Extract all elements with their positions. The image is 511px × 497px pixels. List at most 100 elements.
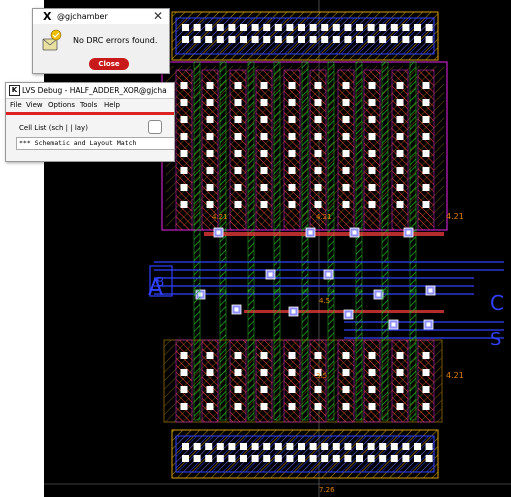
nmos-contact (314, 403, 322, 410)
gnd-contact (298, 443, 305, 450)
gnd-contact (182, 443, 189, 450)
nmos-contact (288, 369, 296, 376)
close-button[interactable]: Close (89, 58, 129, 70)
pmos-contact (422, 167, 430, 174)
via-cut (326, 272, 331, 277)
vdd-contact (367, 24, 375, 31)
pmos-contact (396, 116, 404, 123)
menu-tools[interactable]: Tools (80, 101, 97, 109)
gnd-contact (379, 443, 387, 450)
nmos-contact (206, 352, 214, 359)
pmos-contact (368, 150, 376, 157)
menu-view[interactable]: View (26, 101, 43, 109)
pmos-contact (422, 133, 430, 140)
pmos-contact (206, 150, 214, 157)
cell-list-dropdown[interactable] (148, 120, 162, 134)
nmos-contact (422, 386, 430, 393)
nmos-contact (260, 352, 268, 359)
gnd-contact (321, 455, 329, 462)
pmos-contact (234, 116, 242, 123)
pmos-columns (175, 61, 435, 293)
pmos-contact (234, 99, 242, 106)
vdd-contact (263, 24, 271, 31)
gnd-contact (286, 443, 294, 450)
pmos-contact (260, 116, 268, 123)
vdd-contact (367, 36, 375, 43)
vdd-contact (425, 24, 433, 31)
poly-gate-top (247, 61, 255, 293)
gnd-contact (228, 443, 236, 450)
gnd-contact (286, 455, 294, 462)
pmos-contact (422, 99, 430, 106)
gnd-contact (425, 455, 433, 462)
vdd-contact (321, 36, 329, 43)
app-k-icon: K (9, 85, 20, 96)
nmos-contact (342, 369, 350, 376)
poly-gate-top (273, 61, 281, 293)
via-cut (376, 292, 381, 297)
close-icon[interactable]: ✕ (153, 9, 163, 23)
pmos-contact (288, 167, 296, 174)
gnd-contact (402, 443, 410, 450)
nmos-contact (206, 386, 214, 393)
vdd-contact (228, 36, 236, 43)
gnd-contact (298, 455, 305, 462)
poly-gate-bottom (301, 289, 309, 421)
poly-gate-top (381, 61, 389, 293)
cell-list-label: Cell List (sch | | lay) (19, 124, 88, 132)
vdd-contact (321, 24, 329, 31)
vdd-contact (193, 24, 201, 31)
pmos-contact (180, 99, 188, 106)
poly-gate-top (301, 61, 309, 293)
vdd-contact (390, 36, 398, 43)
pmos-contact (260, 99, 268, 106)
layout-drawing: 4.21 4.21 4.5 7.26 4.21 3.5 4.21 A B C S (44, 0, 511, 497)
drc-titlebar: X @gjchamber ✕ (33, 9, 169, 24)
nmos-contact (180, 352, 188, 359)
nmos-contact (342, 352, 350, 359)
vdd-contact (344, 36, 352, 43)
pmos-contact (260, 201, 268, 208)
poly-gate-top (219, 61, 227, 293)
pmos-contact (422, 82, 430, 89)
vdd-contact (402, 36, 410, 43)
gnd-contact (205, 455, 213, 462)
menu-file[interactable]: File (10, 101, 22, 109)
nmos-contact (234, 403, 242, 410)
dim-label-width: 7.26 (319, 486, 335, 494)
nmos-contact (206, 403, 214, 410)
nmos-contact (396, 386, 404, 393)
pin-label-c: C (490, 291, 504, 315)
pmos-contact (368, 184, 376, 191)
gnd-contact (344, 443, 352, 450)
pmos-contact (422, 201, 430, 208)
pmos-contact (180, 133, 188, 140)
gnd-contact (205, 443, 213, 450)
vdd-contact (216, 36, 224, 43)
pmos-contact (180, 184, 188, 191)
pmos-contact (314, 150, 322, 157)
menu-help[interactable]: Help (104, 101, 120, 109)
nmos-contact (180, 369, 188, 376)
pmos-contact (206, 201, 214, 208)
gnd-contact (402, 455, 410, 462)
layout-canvas[interactable]: 4.21 4.21 4.5 7.26 4.21 3.5 4.21 A B C S (44, 0, 511, 497)
nmos-contact (234, 386, 242, 393)
gnd-contact (390, 443, 398, 450)
nmos-contact (206, 369, 214, 376)
lvs-window-title: LVS Debug - HALF_ADDER_XOR@gjcha (22, 86, 167, 95)
nmos-contact (368, 369, 376, 376)
gnd-contact (251, 455, 259, 462)
nmos-contact (368, 403, 376, 410)
pmos-contact (206, 116, 214, 123)
pmos-contact (396, 82, 404, 89)
gnd-contact (367, 443, 375, 450)
vdd-contact (414, 36, 421, 43)
vdd-contact (309, 36, 317, 43)
via-cut (428, 288, 433, 293)
pmos-contact (180, 150, 188, 157)
drc-result-dialog: X @gjchamber ✕ No DRC errors found. Clos… (32, 8, 170, 74)
pmos-contact (288, 201, 296, 208)
gnd-contact (263, 455, 271, 462)
menu-options[interactable]: Options (48, 101, 75, 109)
